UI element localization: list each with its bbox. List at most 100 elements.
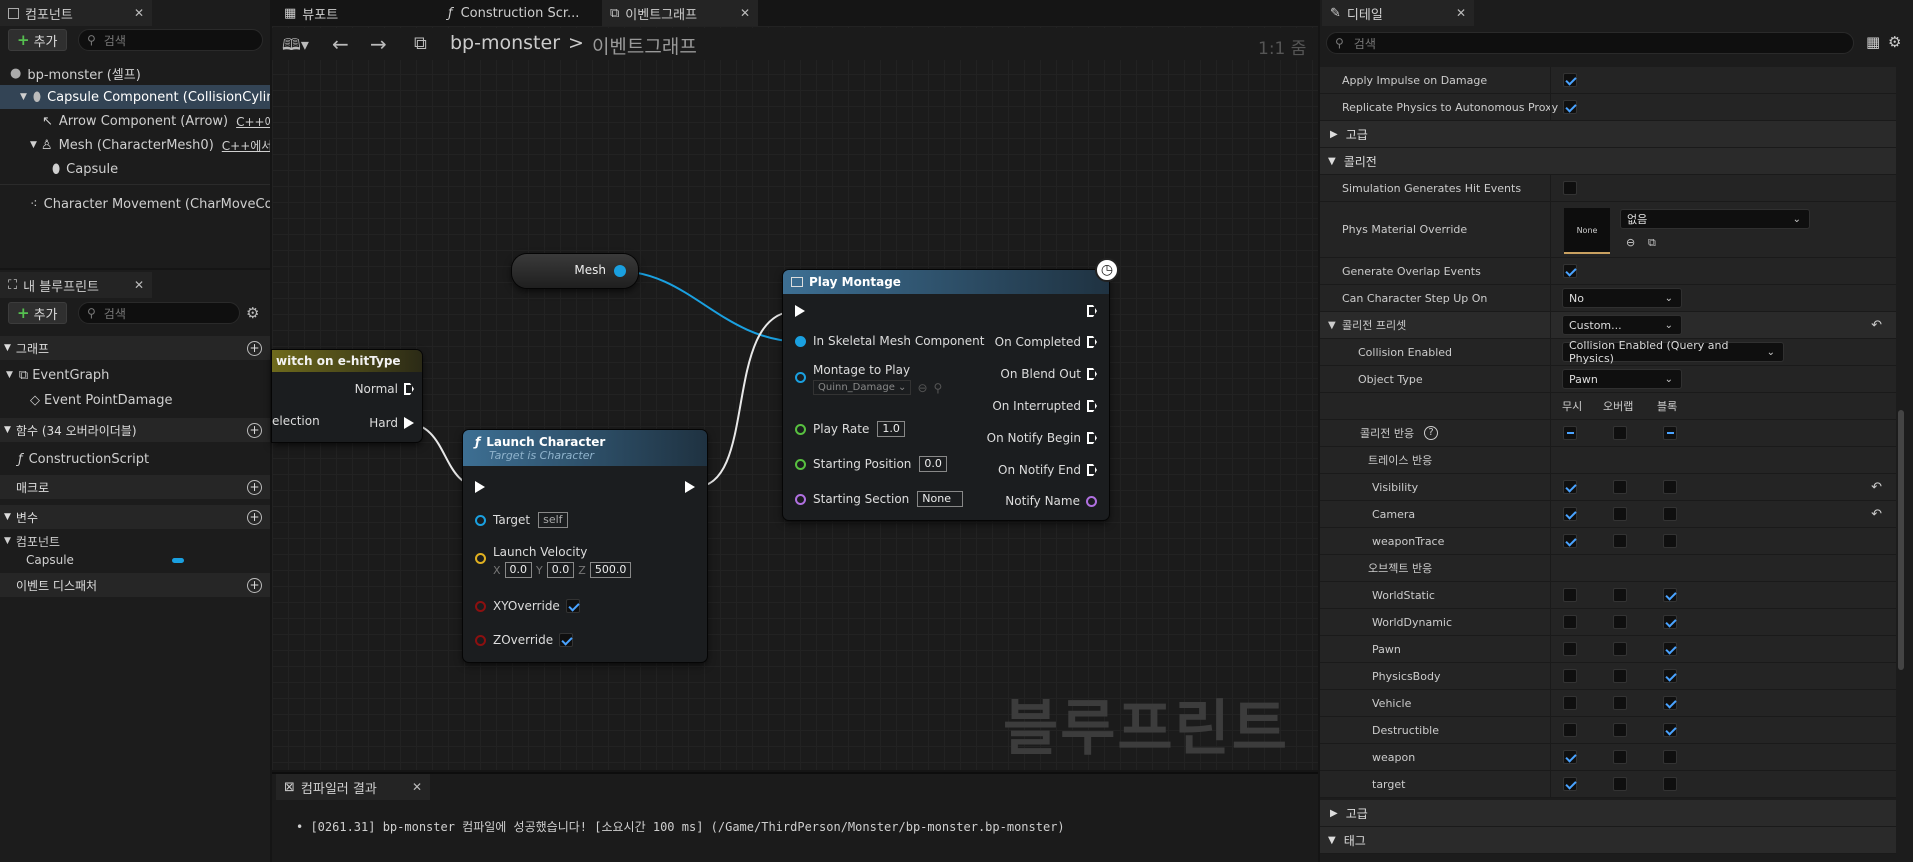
overlap-checkbox[interactable]	[1613, 507, 1627, 521]
object-pin[interactable]	[614, 265, 626, 277]
reset-icon[interactable]: ↶	[1871, 318, 1882, 333]
mesh-node[interactable]: Mesh	[512, 254, 638, 288]
starting-position-pin[interactable]: Starting Position 0.0	[795, 456, 947, 472]
velocity-y-input[interactable]: 0.0	[546, 562, 575, 578]
reset-icon[interactable]: ↶	[1871, 480, 1882, 495]
selection-pin[interactable]: election	[272, 414, 320, 428]
block-all-checkbox[interactable]	[1663, 426, 1677, 440]
help-icon[interactable]: ?	[1424, 426, 1438, 440]
compiler-tab[interactable]: ⊠ 컴파일러 결과 ✕	[276, 774, 430, 800]
in-skeletal-mesh-pin[interactable]: In Skeletal Mesh Component	[795, 334, 984, 348]
browse-icon[interactable]: ⚲	[934, 381, 943, 395]
launch-velocity-pin[interactable]: Launch Velocity X 0.0 Y 0.0 Z 500.0	[475, 545, 632, 578]
ignore-all-checkbox[interactable]	[1563, 426, 1577, 440]
overlap-checkbox[interactable]	[1613, 615, 1627, 629]
exec-in-pin[interactable]	[475, 481, 485, 493]
block-checkbox[interactable]	[1663, 534, 1677, 548]
ignore-checkbox[interactable]	[1563, 588, 1577, 602]
browse-icon[interactable]: ⧉	[1648, 236, 1656, 250]
block-checkbox[interactable]	[1663, 642, 1677, 656]
apply-impulse-checkbox[interactable]	[1563, 73, 1577, 87]
section-advanced[interactable]: ▶ 고급	[1320, 121, 1896, 148]
play-montage-node[interactable]: Play Montage ◷ In Skeletal Mesh Componen…	[783, 258, 1119, 520]
overlap-checkbox[interactable]	[1613, 777, 1627, 791]
montage-asset-combo[interactable]: Quinn_Damage ⌄	[813, 380, 912, 395]
xyoverride-pin[interactable]: XYOverride	[475, 599, 580, 613]
details-tab[interactable]: ✎ 디테일 ✕	[1322, 0, 1474, 26]
object-type-combo[interactable]: Pawn ⌄	[1562, 369, 1682, 389]
overlap-checkbox[interactable]	[1613, 669, 1627, 683]
block-checkbox[interactable]	[1663, 507, 1677, 521]
block-checkbox[interactable]	[1663, 696, 1677, 710]
overlap-checkbox[interactable]	[1613, 642, 1627, 656]
details-search-input[interactable]: ⚲ 검색	[1326, 32, 1854, 54]
exec-out-pin[interactable]	[685, 481, 695, 493]
overlap-checkbox[interactable]	[1613, 723, 1627, 737]
sim-hit-checkbox[interactable]	[1563, 181, 1577, 195]
xyoverride-checkbox[interactable]	[565, 599, 580, 613]
overlap-checkbox[interactable]	[1563, 264, 1577, 278]
play-rate-pin[interactable]: Play Rate 1.0	[795, 421, 905, 437]
zoverride-checkbox[interactable]	[559, 633, 574, 647]
reset-icon[interactable]: ↶	[1871, 507, 1882, 522]
phys-material-thumbnail[interactable]: None	[1564, 208, 1610, 254]
exec-in-pin[interactable]	[795, 305, 805, 317]
ignore-checkbox[interactable]	[1563, 777, 1577, 791]
ignore-checkbox[interactable]	[1563, 507, 1577, 521]
exec-out-pin[interactable]	[1087, 305, 1097, 317]
starting-position-input[interactable]: 0.0	[919, 456, 947, 472]
ignore-checkbox[interactable]	[1563, 750, 1577, 764]
block-checkbox[interactable]	[1663, 588, 1677, 602]
launch-character-node[interactable]: ƒ Launch Character Target is Character Ta…	[463, 430, 707, 662]
settings-icon[interactable]: ⚙	[1888, 33, 1901, 51]
play-rate-input[interactable]: 1.0	[877, 421, 905, 437]
montage-to-play-pin[interactable]: Montage to Play Quinn_Damage ⌄ ⊖ ⚲	[795, 363, 942, 395]
collision-enabled-combo[interactable]: Collision Enabled (Query and Physics) ⌄	[1562, 339, 1784, 365]
grid-view-icon[interactable]: ▦	[1866, 33, 1880, 51]
hard-pin[interactable]: Hard	[369, 416, 414, 430]
ignore-checkbox[interactable]	[1563, 480, 1577, 494]
normal-pin[interactable]: Normal	[355, 382, 414, 396]
block-checkbox[interactable]	[1663, 750, 1677, 764]
on-notify-end-pin[interactable]: On Notify End	[998, 463, 1097, 477]
overlap-checkbox[interactable]	[1613, 696, 1627, 710]
overlap-checkbox[interactable]	[1613, 534, 1627, 548]
scrollbar[interactable]	[1898, 410, 1904, 670]
use-selected-icon[interactable]: ⊖	[917, 381, 927, 395]
ignore-checkbox[interactable]	[1563, 723, 1577, 737]
step-up-combo[interactable]: No ⌄	[1562, 288, 1682, 308]
overlap-checkbox[interactable]	[1613, 480, 1627, 494]
block-checkbox[interactable]	[1663, 723, 1677, 737]
close-icon[interactable]: ✕	[1456, 6, 1466, 20]
use-selected-icon[interactable]: ⊖	[1626, 236, 1635, 249]
on-interrupted-pin[interactable]: On Interrupted	[992, 399, 1097, 413]
ignore-checkbox[interactable]	[1563, 534, 1577, 548]
overlap-checkbox[interactable]	[1613, 750, 1627, 764]
velocity-z-input[interactable]: 500.0	[589, 562, 632, 578]
ignore-checkbox[interactable]	[1563, 669, 1577, 683]
on-blend-out-pin[interactable]: On Blend Out	[1000, 367, 1097, 381]
ignore-checkbox[interactable]	[1563, 696, 1577, 710]
overlap-all-checkbox[interactable]	[1613, 426, 1627, 440]
target-pin[interactable]: Target self	[475, 512, 568, 528]
close-icon[interactable]: ✕	[412, 780, 422, 794]
on-completed-pin[interactable]: On Completed	[995, 335, 1097, 349]
overlap-checkbox[interactable]	[1613, 588, 1627, 602]
starting-section-pin[interactable]: Starting Section None	[795, 491, 964, 507]
zoverride-pin[interactable]: ZOverride	[475, 633, 574, 647]
block-checkbox[interactable]	[1663, 669, 1677, 683]
target-value[interactable]: self	[538, 512, 568, 528]
switch-node[interactable]: witch on e-hitType election Normal Hard	[272, 350, 422, 442]
section-collision[interactable]: ▼ 콜리전	[1320, 148, 1896, 175]
section-tags[interactable]: ▼ 태그	[1320, 827, 1896, 854]
block-checkbox[interactable]	[1663, 480, 1677, 494]
replicate-checkbox[interactable]	[1563, 100, 1577, 114]
ignore-checkbox[interactable]	[1563, 642, 1577, 656]
velocity-x-input[interactable]: 0.0	[504, 562, 533, 578]
block-checkbox[interactable]	[1663, 615, 1677, 629]
notify-name-pin[interactable]: Notify Name	[1005, 494, 1097, 508]
starting-section-input[interactable]: None	[917, 491, 964, 507]
section-advanced-2[interactable]: ▶ 고급	[1320, 800, 1896, 827]
phys-material-combo[interactable]: 없음 ⌄	[1620, 209, 1810, 229]
on-notify-begin-pin[interactable]: On Notify Begin	[987, 431, 1097, 445]
